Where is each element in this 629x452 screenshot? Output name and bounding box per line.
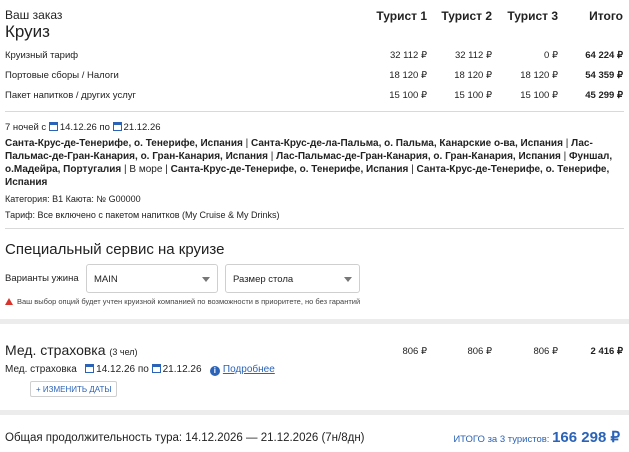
insurance-count: (3 чел) — [109, 347, 138, 357]
calendar-icon — [151, 364, 161, 373]
cabin-category: Категория: B1 Каюта: № G00000 — [5, 194, 141, 204]
price-total-cell: 54 359 ₽ — [585, 70, 623, 81]
dinner-options-label: Варианты ужина — [5, 273, 79, 284]
warning-icon — [5, 298, 13, 305]
plus-icon: + — [36, 385, 43, 394]
warning-text: Ваш выбор опций будет учтен круизной ком… — [17, 297, 361, 306]
dinner-select[interactable]: MAIN — [86, 264, 218, 293]
order-title: Ваш заказ — [5, 8, 63, 22]
insurance-dates-line: Мед. страховка 14.12.26 по 21.12.26 i Под… — [5, 364, 275, 376]
calendar-icon — [112, 122, 122, 131]
dinner-select-value: MAIN — [94, 274, 118, 285]
cruise-route: Санта-Крус-де-Тенерифе, о. Тенерифе, Исп… — [5, 138, 613, 188]
insurance-date-to: 21.12.26 — [162, 364, 202, 375]
insurance-total-cell: 2 416 ₽ — [590, 346, 623, 357]
chevron-down-icon — [344, 277, 352, 282]
date-from: 14.12.26 — [59, 122, 97, 133]
tariff-info: Тариф: Все включено с пакетом напитков (… — [5, 210, 280, 220]
route-port: Санта-Крус-де-Тенерифе, о. Тенерифе, Исп… — [5, 138, 243, 149]
by-label: по — [99, 122, 110, 133]
price-row-label: Пакет напитков / других услуг — [5, 90, 136, 101]
calendar-icon — [85, 364, 95, 373]
insurance-title-text: Мед. страховка — [5, 342, 106, 358]
details-link[interactable]: Подробнее — [223, 364, 275, 375]
price-total-cell: 64 224 ₽ — [585, 50, 623, 61]
trip-dates: 7 ночей с 14.12.26 по 21.12.26 — [5, 122, 161, 133]
insurance-by-label: по — [137, 364, 149, 375]
section-separator — [0, 319, 629, 324]
total-label: ИТОГО — [453, 434, 485, 445]
price-row-label: Портовые сборы / Налоги — [5, 70, 119, 81]
route-port: Санта-Крус-де-Тенерифе, о. Тенерифе, Исп… — [170, 164, 409, 175]
total-for-label: за 3 туристов: — [487, 434, 550, 445]
special-service-title: Специальный сервис на круизе — [5, 241, 225, 258]
route-at-sea: В море — [129, 164, 163, 175]
price-row-label: Круизный тариф — [5, 50, 79, 61]
calendar-icon — [48, 122, 58, 131]
nights-label: 7 ночей с — [5, 122, 47, 133]
divider — [5, 111, 624, 112]
table-size-select-value: Размер стола — [233, 274, 294, 285]
insurance-line-label: Мед. страховка — [5, 364, 77, 375]
tour-duration: Общая продолжительность тура: 14.12.2026… — [5, 432, 365, 444]
route-port: Санта-Крус-де-ла-Пальма, о. Пальма, Кана… — [250, 138, 563, 149]
warning-note: Ваш выбор опций будет учтен круизной ком… — [5, 297, 360, 306]
insurance-title: Мед. страховка (3 чел) — [5, 342, 138, 358]
date-to: 21.12.26 — [123, 122, 161, 133]
order-subtitle: Круиз — [5, 22, 50, 41]
column-header-total: Итого — [589, 9, 623, 23]
divider — [5, 228, 624, 229]
total-value: 166 298 ₽ — [552, 429, 620, 446]
section-separator — [0, 410, 629, 415]
price-total-cell: 45 299 ₽ — [585, 90, 623, 101]
chevron-down-icon — [202, 277, 210, 282]
change-dates-button[interactable]: + ИЗМЕНИТЬ ДАТЫ — [30, 381, 118, 397]
grand-total: ИТОГО за 3 туристов: 166 298 ₽ — [453, 428, 620, 446]
change-dates-label: ИЗМЕНИТЬ ДАТЫ — [42, 385, 112, 394]
insurance-date-from: 14.12.26 — [96, 364, 136, 375]
route-port: Лас-Пальмас-де-Гран-Канария, о. Гран-Кан… — [276, 151, 561, 162]
table-size-select[interactable]: Размер стола — [225, 264, 360, 293]
info-icon: i — [209, 366, 220, 376]
